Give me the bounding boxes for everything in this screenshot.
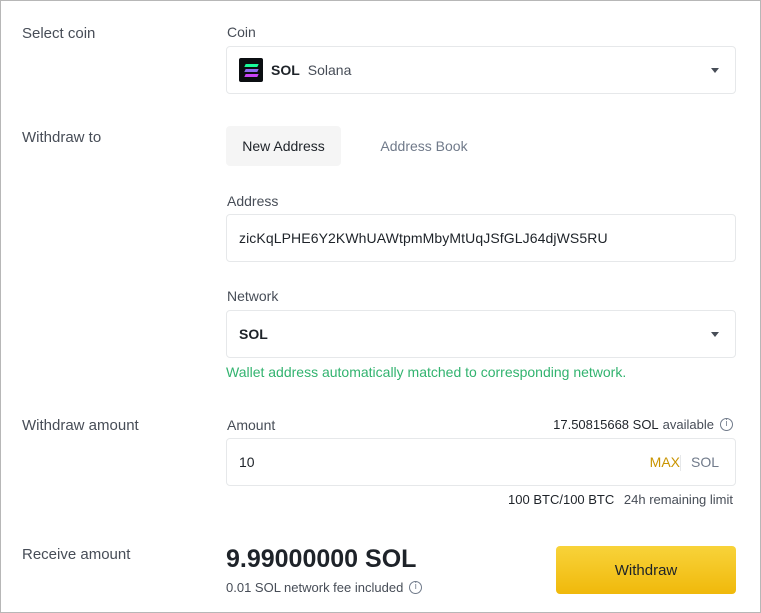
network-field-label: Network [227,288,279,304]
address-field-label: Address [227,193,279,209]
coin-symbol: SOL [271,62,300,78]
amount-field-label: Amount [227,417,276,433]
remaining-limit: 100 BTC/100 BTC 24h remaining limit [508,492,733,507]
network-fee-note: 0.01 SOL network fee included i [226,580,423,595]
withdraw-to-label: Withdraw to [22,129,102,146]
chevron-down-icon [711,332,719,337]
max-button[interactable]: MAX [650,454,680,470]
coin-name: Solana [307,62,352,78]
available-value: 17.50815668 SOL [553,417,659,432]
amount-input[interactable]: 10 MAX SOL [226,438,736,486]
available-balance: 17.50815668 SOL available i [553,417,733,432]
solana-logo-icon [239,58,263,82]
amount-value: 10 [239,454,255,470]
receive-amount-label: Receive amount [22,546,131,563]
tab-address-book[interactable]: Address Book [359,126,489,166]
select-coin-label: Select coin [22,25,96,42]
info-icon[interactable]: i [720,418,733,431]
limit-suffix: 24h remaining limit [623,492,733,507]
network-value: SOL [239,326,268,342]
amount-unit: SOL [690,454,719,470]
withdraw-amount-label: Withdraw amount [22,417,139,434]
address-input[interactable]: zicKqLPHE6Y2KWhUAWtpmMbyMtUqJSfGLJ64djWS… [226,214,736,262]
tab-new-address[interactable]: New Address [226,126,341,166]
network-match-hint: Wallet address automatically matched to … [226,364,627,380]
info-icon[interactable]: i [409,581,423,594]
available-suffix: available [662,417,714,432]
network-select[interactable]: SOL [226,310,736,358]
receive-amount-value: 9.99000000 SOL [226,545,417,573]
coin-select[interactable]: SOL Solana [226,46,736,94]
address-value: zicKqLPHE6Y2KWhUAWtpmMbyMtUqJSfGLJ64djWS… [239,230,608,246]
limit-value: 100 BTC/100 BTC [508,492,615,507]
withdraw-form: Select coin Coin SOL Solana Withdraw to … [0,0,761,613]
withdraw-button[interactable]: Withdraw [556,546,736,594]
coin-field-label: Coin [227,24,256,40]
divider [680,455,681,471]
chevron-down-icon [711,68,719,73]
fee-text: 0.01 SOL network fee included [226,580,404,595]
